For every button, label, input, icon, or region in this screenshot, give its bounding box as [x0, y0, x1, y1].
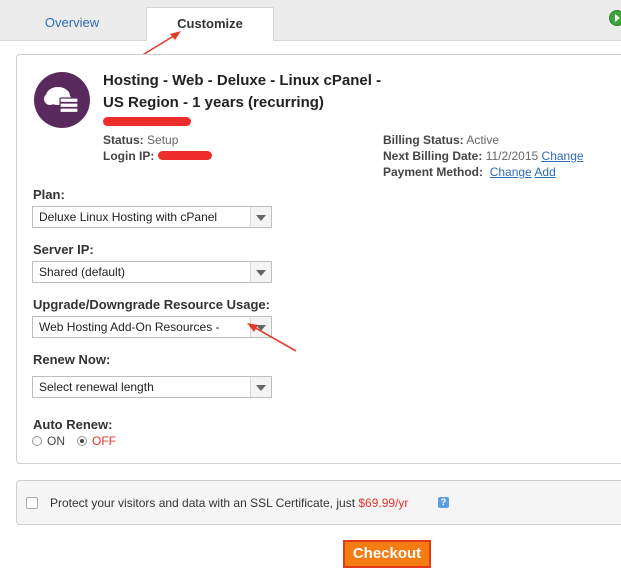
- billing-status-value: Active: [466, 133, 500, 147]
- renew-now-select-value: Select renewal length: [39, 380, 154, 394]
- change-billing-date-link[interactable]: Change: [542, 149, 584, 163]
- renew-now-select[interactable]: Select renewal length: [32, 376, 272, 398]
- next-billing-value: 11/2/2015: [485, 149, 539, 163]
- help-icon[interactable]: ?: [438, 497, 449, 508]
- product-title-line1: Hosting - Web - Deluxe - Linux cPanel -: [103, 72, 382, 89]
- plan-select-value: Deluxe Linux Hosting with cPanel: [39, 210, 218, 224]
- product-panel: [16, 54, 621, 464]
- payment-method-row: Payment Method: Change Add: [383, 165, 556, 179]
- tab-overview[interactable]: Overview: [8, 7, 136, 40]
- login-ip-row: Login IP:: [103, 149, 154, 163]
- product-title-line2: US Region - 1 years (recurring): [103, 94, 324, 111]
- chevron-down-icon: [250, 207, 271, 227]
- status-value: Setup: [147, 133, 179, 147]
- ssl-price: $69.99/yr: [358, 496, 409, 510]
- auto-renew-label: Auto Renew:: [33, 417, 113, 432]
- auto-renew-off-label: OFF: [92, 434, 116, 448]
- chevron-down-icon: [250, 377, 271, 397]
- upgrade-select[interactable]: Web Hosting Add-On Resources -: [32, 316, 272, 338]
- upgrade-select-value: Web Hosting Add-On Resources -: [39, 320, 220, 334]
- server-ip-select[interactable]: Shared (default): [32, 261, 272, 283]
- annotation-arrow-upgrade: [247, 323, 297, 352]
- login-ip-label: Login IP:: [103, 149, 155, 163]
- next-billing-label: Next Billing Date:: [383, 149, 483, 163]
- hosting-cloud-logo-icon: [34, 72, 90, 128]
- ssl-checkbox[interactable]: [26, 497, 38, 509]
- redacted-login-ip: [158, 151, 212, 160]
- billing-status-label: Billing Status:: [383, 133, 464, 147]
- product-title: Hosting - Web - Deluxe - Linux cPanel - …: [103, 70, 403, 114]
- chevron-down-icon: [250, 262, 271, 282]
- change-payment-link[interactable]: Change: [490, 165, 532, 179]
- plan-select[interactable]: Deluxe Linux Hosting with cPanel: [32, 206, 272, 228]
- auto-renew-on-label: ON: [47, 434, 65, 448]
- upgrade-label: Upgrade/Downgrade Resource Usage:: [33, 297, 270, 312]
- renew-now-label: Renew Now:: [33, 352, 111, 367]
- checkout-button[interactable]: Checkout: [343, 540, 431, 568]
- next-billing-row: Next Billing Date: 11/2/2015 Change: [383, 149, 584, 163]
- status-label: Status:: [103, 133, 144, 147]
- server-ip-select-value: Shared (default): [39, 265, 126, 279]
- play-icon[interactable]: [609, 10, 621, 26]
- auto-renew-off-radio[interactable]: [77, 436, 87, 446]
- ssl-offer-text: Protect your visitors and data with an S…: [50, 496, 356, 510]
- plan-label: Plan:: [33, 187, 65, 202]
- billing-status-row: Billing Status: Active: [383, 133, 499, 147]
- payment-method-label: Payment Method:: [383, 165, 484, 179]
- redacted-domain: [103, 117, 191, 126]
- status-row: Status: Setup: [103, 133, 178, 147]
- add-payment-link[interactable]: Add: [534, 165, 555, 179]
- server-ip-label: Server IP:: [33, 242, 94, 257]
- ssl-offer-text-row: Protect your visitors and data with an S…: [50, 496, 408, 510]
- auto-renew-on-radio[interactable]: [32, 436, 42, 446]
